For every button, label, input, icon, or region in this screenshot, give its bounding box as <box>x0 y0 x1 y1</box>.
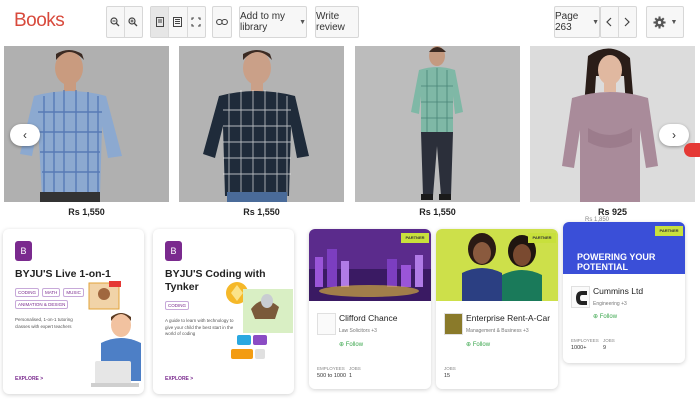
banner-text: POWERING YOUR POTENTIAL <box>577 252 656 272</box>
chevron-down-icon: ▼ <box>670 18 678 26</box>
chevron-down-icon: ▼ <box>592 18 599 26</box>
byju-live-card[interactable]: B BYJU'S Live 1-on-1 CODING MATH MUSIC A… <box>3 229 144 394</box>
explore-link[interactable]: EXPLORE > <box>15 376 43 382</box>
follow-button[interactable]: ⊕ Follow <box>339 341 363 348</box>
stat-labels: JOBS <box>444 366 476 371</box>
partner-badge: PARTNER <box>401 233 429 243</box>
company-name[interactable]: Enterprise Rent-A-Car <box>466 313 550 323</box>
company-logo <box>317 313 336 335</box>
settings-button[interactable]: ▼ <box>646 6 684 38</box>
text-view-icon[interactable] <box>169 7 188 37</box>
follow-label: Follow <box>599 314 618 320</box>
partner-badge: PARTNER <box>528 233 556 243</box>
write-review-label: Write review <box>316 11 345 33</box>
company-logo <box>444 313 463 335</box>
product-image[interactable] <box>179 46 344 202</box>
stat-value: 500 to 1000 <box>317 373 347 379</box>
add-to-library-button[interactable]: Add to my library ▼ <box>239 6 307 38</box>
zoom-group <box>106 6 143 38</box>
gear-icon <box>652 15 666 29</box>
company-banner: PARTNER <box>436 229 558 301</box>
stat-labels: EMPLOYEES JOBS <box>571 338 635 343</box>
chevron-left-icon: ‹ <box>23 128 27 142</box>
byju-card-title: BYJU'S Live 1-on-1 <box>15 268 111 280</box>
promo-badge[interactable] <box>684 143 700 157</box>
company-card[interactable]: POWERING YOUR POTENTIAL PARTNER Cummins … <box>563 222 685 363</box>
company-card[interactable]: PARTNER Enterprise Rent-A-Car Management… <box>436 229 558 389</box>
coding-illustration <box>223 279 293 379</box>
product-carousel: Rs 1,550 Rs 1,550 Rs 1,550 Rs 925 ‹ › <box>0 46 700 218</box>
fullscreen-icon[interactable] <box>188 7 205 37</box>
product-price: Rs 1,550 <box>68 207 105 217</box>
stat-label: JOBS <box>349 366 361 371</box>
product-card[interactable]: Rs 1,550 <box>179 46 344 217</box>
stat-value: 1000+ <box>571 345 587 351</box>
stat-labels: EMPLOYEES JOBS <box>317 366 381 371</box>
chevron-right-icon: › <box>672 128 676 142</box>
carousel-next-button[interactable]: › <box>659 124 689 146</box>
chevron-left-icon[interactable] <box>601 7 619 37</box>
company-banner: PARTNER <box>309 229 431 301</box>
product-image[interactable] <box>355 46 520 202</box>
follow-button[interactable]: ⊕ Follow <box>593 313 617 320</box>
follow-button[interactable]: ⊕ Follow <box>466 341 490 348</box>
product-card[interactable]: Rs 1,550 <box>355 46 520 217</box>
plus-icon: ⊕ <box>339 342 345 348</box>
stat-value: 1 <box>349 373 353 379</box>
carousel-prev-button[interactable]: ‹ <box>10 124 40 146</box>
stat-value: 9 <box>603 345 607 351</box>
books-brand[interactable]: Books <box>14 10 65 32</box>
stat-values: 1000+ 9 <box>571 345 635 351</box>
company-banner: POWERING YOUR POTENTIAL PARTNER <box>563 222 685 274</box>
tag-list: CODING MATH MUSIC ANIMATION & DESIGN <box>15 288 87 309</box>
view-mode-group <box>150 6 206 38</box>
company-card[interactable]: PARTNER Clifford Chance Law Solicitors +… <box>309 229 431 389</box>
add-to-library-label: Add to my library <box>240 11 286 33</box>
tag[interactable]: MATH <box>42 288 61 297</box>
follow-label: Follow <box>472 342 491 348</box>
company-name[interactable]: Clifford Chance <box>339 313 397 323</box>
page-indicator: Page 263 <box>555 11 579 33</box>
tutor-illustration <box>87 281 142 394</box>
tag[interactable]: CODING <box>165 301 189 310</box>
write-review-button[interactable]: Write review <box>315 6 359 38</box>
company-category: Engineering +3 <box>593 301 627 307</box>
byju-logo: B <box>165 241 182 261</box>
zoom-in-icon[interactable] <box>125 7 142 37</box>
stat-label: JOBS <box>603 338 615 343</box>
tag[interactable]: MUSIC <box>63 288 84 297</box>
byju-coding-card[interactable]: B BYJU'S Coding with Tynker CODING A gui… <box>153 229 294 394</box>
byju-logo: B <box>15 241 32 261</box>
chevron-right-icon[interactable] <box>619 7 636 37</box>
plus-icon: ⊕ <box>593 314 599 320</box>
page-selector[interactable]: Page 263 ▼ <box>554 6 600 38</box>
page-nav-group <box>600 6 637 38</box>
single-page-icon[interactable] <box>151 7 170 37</box>
stat-value: 15 <box>444 373 451 379</box>
byju-card-description: Personalised, 1-on-1 tutoring classes wi… <box>15 317 73 329</box>
stat-values: 15 <box>444 373 476 379</box>
company-category: Management & Business +3 <box>466 328 529 334</box>
stat-values: 500 to 1000 1 <box>317 373 381 379</box>
books-toolbar: Books Add to my library ▼ Write review P… <box>0 0 700 44</box>
product-price: Rs 1,550 <box>419 207 456 217</box>
product-price: Rs 1,550 <box>243 207 280 217</box>
company-category: Law Solicitors +3 <box>339 328 377 334</box>
product-price: Rs 925 <box>597 207 628 217</box>
stat-label: EMPLOYEES <box>317 366 345 371</box>
link-icon[interactable] <box>212 6 232 38</box>
plus-icon: ⊕ <box>466 342 472 348</box>
stat-label: EMPLOYEES <box>571 338 599 343</box>
company-logo <box>571 286 590 308</box>
zoom-out-icon[interactable] <box>107 7 125 37</box>
tag[interactable]: ANIMATION & DESIGN <box>15 300 69 309</box>
tag[interactable]: CODING <box>15 288 39 297</box>
company-name[interactable]: Cummins Ltd <box>593 286 643 296</box>
follow-label: Follow <box>345 342 364 348</box>
explore-link[interactable]: EXPLORE > <box>165 376 193 382</box>
partner-badge: PARTNER <box>655 226 683 236</box>
chevron-down-icon: ▼ <box>299 18 306 26</box>
stat-label: JOBS <box>444 366 456 371</box>
